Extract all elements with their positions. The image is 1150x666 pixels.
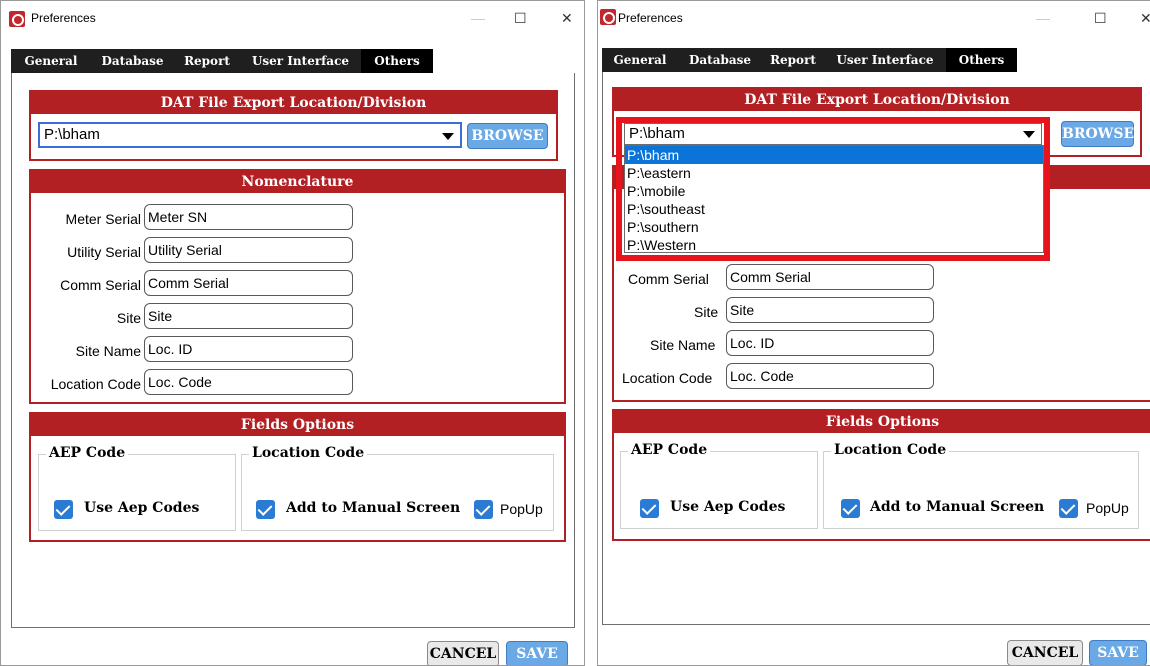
site-name-input[interactable]: Loc. ID [726,330,934,356]
tab-bar: General Database Report User Interface O… [602,48,1017,72]
add-to-manual-screen-label: Add to Manual Screen [286,500,461,516]
browse-button[interactable]: BROWSE [467,123,548,149]
use-aep-codes-checkbox[interactable] [640,499,659,518]
browse-button[interactable]: BROWSE [1061,121,1134,147]
maximize-icon[interactable]: ☐ [514,10,527,27]
close-icon[interactable]: ✕ [561,10,573,27]
preferences-window-right: Preferences — ☐ ✕ General Database Repor… [597,0,1150,666]
site-input[interactable]: Site [144,303,353,329]
tab-user-interface[interactable]: User Interface [824,48,946,72]
preferences-window-left: Preferences — ☐ ✕ General Database Repor… [0,0,585,666]
add-to-manual-screen-checkbox[interactable] [841,499,860,518]
meter-serial-input[interactable]: Meter SN [144,204,353,230]
tab-database[interactable]: Database [91,49,174,73]
comm-serial-label: Comm Serial [60,277,141,293]
location-code-input[interactable]: Loc. Code [144,369,353,395]
location-code-input[interactable]: Loc. Code [726,363,934,389]
site-input[interactable]: Site [726,297,934,323]
add-to-manual-screen-checkbox[interactable] [256,500,275,519]
popup-checkbox[interactable] [1059,499,1078,518]
location-code-group: Location Code Add to Manual Screen PopUp [241,445,554,531]
title-bar: Preferences — ☐ ✕ [1,1,584,37]
save-button[interactable]: SAVE [1089,640,1147,665]
utility-serial-label: Utility Serial [67,244,141,260]
meter-serial-label: Meter Serial [65,211,141,227]
tab-others[interactable]: Others [361,49,433,73]
export-location-select[interactable]: P:\bham [38,122,462,148]
site-label: Site [694,304,719,320]
fields-options-title: Fields Options [614,411,1150,433]
site-name-label: Site Name [75,343,141,359]
cancel-button[interactable]: CANCEL [427,641,499,665]
location-code-group: Location Code Add to Manual Screen PopUp [823,442,1139,529]
tab-report[interactable]: Report [762,48,824,72]
window-title: Preferences [31,11,96,25]
use-aep-codes-label: Use Aep Codes [84,500,200,516]
popup-checkbox[interactable] [474,500,493,519]
utility-serial-input[interactable]: Utility Serial [144,237,353,263]
aep-code-group: AEP Code Use Aep Codes [38,445,236,531]
site-name-input[interactable]: Loc. ID [144,336,353,362]
tab-user-interface[interactable]: User Interface [240,49,361,73]
site-label: Site [116,310,141,326]
aep-code-group-title: AEP Code [628,442,711,458]
fields-options-title: Fields Options [31,414,564,436]
title-bar: Preferences — ☐ ✕ [598,1,1150,37]
location-code-group-title: Location Code [249,445,368,461]
save-button[interactable]: SAVE [506,641,568,665]
tab-report[interactable]: Report [174,49,240,73]
minimize-icon[interactable]: — [1036,10,1050,26]
aep-code-group: AEP Code Use Aep Codes [620,442,818,529]
app-logo-icon [600,9,616,25]
add-to-manual-screen-label: Add to Manual Screen [870,499,1045,515]
tab-general[interactable]: General [11,49,91,73]
red-highlight-annotation [616,117,1050,261]
popup-label: PopUp [500,501,543,517]
chevron-down-icon[interactable] [442,133,454,140]
nomenclature-title: Nomenclature [31,171,564,193]
fields-options-section: Fields Options AEP Code Use Aep Codes Lo… [29,412,566,542]
location-code-label: Location Code [622,370,713,386]
tab-general[interactable]: General [602,48,678,72]
nomenclature-section: Nomenclature Meter Serial Meter SN Utili… [29,169,566,404]
popup-label: PopUp [1086,500,1129,516]
minimize-icon[interactable]: — [471,10,485,26]
location-code-label: Location Code [50,376,141,392]
comm-serial-label: Comm Serial [628,271,709,287]
export-location-section: DAT File Export Location/Division P:\bha… [29,90,558,161]
tab-others[interactable]: Others [946,48,1017,72]
fields-options-section: Fields Options AEP Code Use Aep Codes Lo… [612,409,1150,541]
tab-database[interactable]: Database [678,48,762,72]
export-section-title: DAT File Export Location/Division [614,89,1140,111]
use-aep-codes-label: Use Aep Codes [670,499,786,515]
app-logo-icon [9,11,25,27]
tab-bar: General Database Report User Interface O… [11,49,433,73]
close-icon[interactable]: ✕ [1140,10,1150,27]
window-title: Preferences [618,11,683,25]
location-code-group-title: Location Code [831,442,950,458]
site-name-label: Site Name [650,337,716,353]
use-aep-codes-checkbox[interactable] [54,500,73,519]
maximize-icon[interactable]: ☐ [1094,10,1107,27]
aep-code-group-title: AEP Code [46,445,129,461]
cancel-button[interactable]: CANCEL [1007,640,1083,665]
export-section-title: DAT File Export Location/Division [31,92,556,114]
comm-serial-input[interactable]: Comm Serial [144,270,353,296]
comm-serial-input[interactable]: Comm Serial [726,264,934,290]
export-location-value: P:\bham [44,126,100,143]
